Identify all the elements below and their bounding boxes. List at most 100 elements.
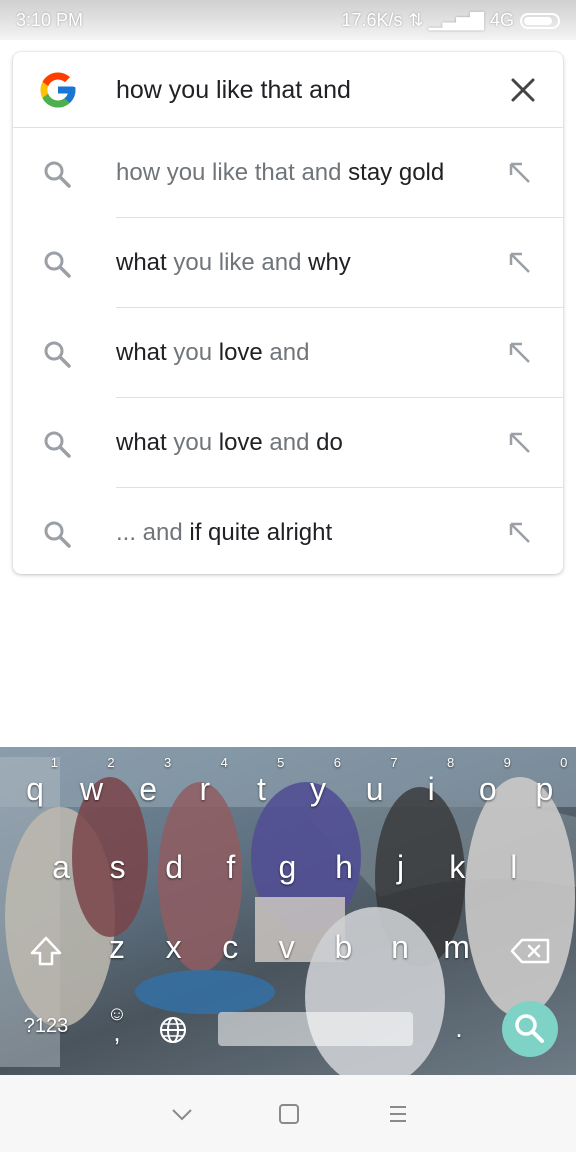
key-label: a xyxy=(52,849,70,885)
suggestion-item[interactable]: what you love and do xyxy=(13,398,563,488)
key-label: m xyxy=(443,929,470,965)
battery-icon xyxy=(520,12,560,29)
suggestion-item[interactable]: what you love and xyxy=(13,308,563,398)
key-w[interactable]: 2w xyxy=(67,755,117,808)
key-symbols[interactable]: ?123 xyxy=(16,1015,76,1038)
key-o[interactable]: 9o xyxy=(463,755,513,808)
key-k[interactable]: k xyxy=(432,849,482,886)
key-period[interactable]: . xyxy=(434,1013,484,1044)
suggestion-text-part: love xyxy=(218,339,263,366)
suggestion-text-part: how you like that and xyxy=(116,159,349,186)
network-speed: 17.6K/s xyxy=(341,10,403,30)
key-s[interactable]: s xyxy=(93,849,143,886)
key-m[interactable]: m xyxy=(432,929,482,966)
key-c[interactable]: c xyxy=(205,929,255,966)
suggestion-text-part: do xyxy=(316,429,343,456)
key-label: h xyxy=(335,849,353,885)
key-i[interactable]: 8i xyxy=(406,755,456,808)
suggestion-text-part: and xyxy=(262,339,310,366)
key-label: t xyxy=(256,771,266,807)
back-chevron-icon[interactable] xyxy=(169,1101,195,1127)
home-square-icon[interactable] xyxy=(276,1101,302,1127)
suggestion-item[interactable]: ... and if quite alright xyxy=(13,488,563,578)
keyboard: 1q2w3e4r5t6y7u8i9o0pasdfghjklzxcvbnm ?12… xyxy=(0,747,576,1075)
key-label: q xyxy=(26,771,44,807)
suggestion-text-part: what xyxy=(116,339,167,366)
key-number-hint: 5 xyxy=(277,755,285,770)
search-icon xyxy=(44,341,71,368)
arrow-up-left-icon[interactable] xyxy=(505,158,533,186)
key-q[interactable]: 1q xyxy=(10,755,60,808)
suggestion-text-part: why xyxy=(308,249,351,276)
key-label: v xyxy=(278,929,295,965)
key-comma[interactable]: , xyxy=(92,1017,142,1048)
key-u[interactable]: 7u xyxy=(350,755,400,808)
key-label: u xyxy=(365,771,384,807)
key-p[interactable]: 0p xyxy=(519,755,569,808)
key-label: r xyxy=(199,771,211,807)
suggestion-text-part: you xyxy=(166,429,219,456)
key-g[interactable]: g xyxy=(262,849,312,886)
suggestion-text: ... and if quite alright xyxy=(116,519,332,547)
key-label: d xyxy=(165,849,184,885)
key-h[interactable]: h xyxy=(319,849,369,886)
arrow-up-left-icon[interactable] xyxy=(505,428,533,456)
key-e[interactable]: 3e xyxy=(123,755,173,808)
key-number-hint: 2 xyxy=(107,755,115,770)
space-bar[interactable] xyxy=(218,1012,413,1046)
search-icon xyxy=(44,431,71,458)
key-number-hint: 6 xyxy=(333,755,341,770)
key-t[interactable]: 5t xyxy=(236,755,286,808)
arrow-up-left-icon[interactable] xyxy=(505,248,533,276)
key-f[interactable]: f xyxy=(206,849,256,886)
key-b[interactable]: b xyxy=(318,929,368,966)
key-l[interactable]: l xyxy=(489,849,539,886)
key-label: c xyxy=(222,929,239,965)
suggestion-text-part: you xyxy=(166,339,219,366)
key-label: y xyxy=(310,771,326,807)
key-d[interactable]: d xyxy=(149,849,199,886)
keyboard-search-button[interactable] xyxy=(502,1001,558,1057)
key-label: s xyxy=(109,849,126,885)
key-label: z xyxy=(109,929,125,965)
search-query[interactable]: how you like that and xyxy=(116,76,351,105)
key-a[interactable]: a xyxy=(36,849,86,886)
key-label: x xyxy=(165,929,182,965)
key-label: o xyxy=(478,771,497,807)
navigation-bar xyxy=(0,1075,576,1152)
key-number-hint: 1 xyxy=(50,755,58,770)
key-number-hint: 0 xyxy=(560,755,568,770)
backspace-icon[interactable] xyxy=(508,935,552,967)
globe-icon[interactable] xyxy=(158,1015,188,1045)
suggestion-text: what you love and do xyxy=(116,429,343,457)
key-label: n xyxy=(391,929,409,965)
shift-icon[interactable] xyxy=(26,931,66,971)
key-number-hint: 8 xyxy=(446,755,455,770)
key-n[interactable]: n xyxy=(375,929,425,966)
search-icon xyxy=(515,1014,544,1043)
arrow-up-left-icon[interactable] xyxy=(505,338,533,366)
suggestion-text-part: you like and xyxy=(166,249,309,276)
key-v[interactable]: v xyxy=(262,929,312,966)
key-label: k xyxy=(449,849,466,885)
suggestion-text: what you love and xyxy=(116,339,309,367)
key-j[interactable]: j xyxy=(376,849,426,886)
key-z[interactable]: z xyxy=(92,929,142,966)
menu-lines-icon[interactable] xyxy=(385,1101,411,1127)
key-x[interactable]: x xyxy=(149,929,199,966)
suggestion-text-part: what xyxy=(116,249,167,276)
key-y[interactable]: 6y xyxy=(293,755,343,808)
search-icon xyxy=(44,251,71,278)
suggestion-item[interactable]: what you like and why xyxy=(13,218,563,308)
suggestion-text-part: stay gold xyxy=(348,159,445,186)
suggestion-item[interactable]: how you like that and stay gold xyxy=(13,128,563,218)
search-bar[interactable]: how you like that and xyxy=(13,52,563,128)
search-icon xyxy=(44,161,71,188)
key-r[interactable]: 4r xyxy=(180,755,230,808)
key-number-hint: 9 xyxy=(503,755,511,770)
key-label: w xyxy=(80,771,104,807)
status-indicators: 17.6K/s ⇅ ▁▃▅▇ 4G xyxy=(341,10,560,31)
close-icon[interactable] xyxy=(505,72,541,108)
arrow-up-left-icon[interactable] xyxy=(505,518,533,546)
suggestion-text-part: and xyxy=(262,429,317,456)
